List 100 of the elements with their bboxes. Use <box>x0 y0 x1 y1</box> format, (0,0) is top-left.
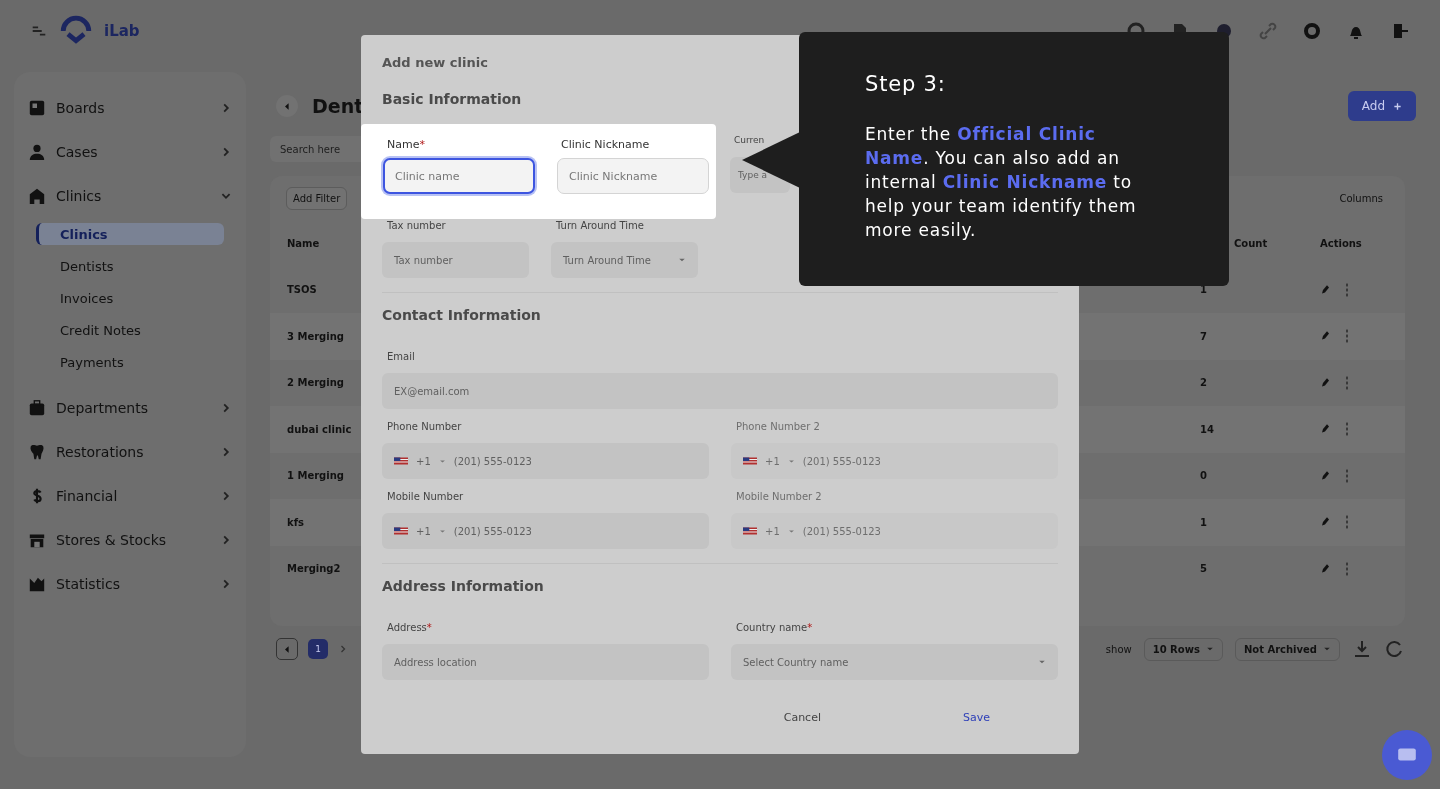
tooth-icon <box>28 443 46 461</box>
table-cell: Merging2 <box>287 563 341 575</box>
back-button[interactable] <box>276 95 298 117</box>
sidebar-subitem[interactable]: Invoices <box>36 282 224 314</box>
input-field[interactable]: Tax number <box>382 242 529 278</box>
field-label: Email <box>386 351 416 364</box>
sidebar-item[interactable]: Financial <box>14 474 246 518</box>
pencil-icon[interactable] <box>1320 469 1330 482</box>
column-header: Actions <box>1320 237 1362 249</box>
table-cell: 7 <box>1200 330 1207 342</box>
table-cell: TSOS <box>287 284 317 296</box>
phone-field[interactable]: +1 (201) 555-0123 <box>382 513 709 549</box>
column-header: Name <box>287 237 320 249</box>
link-icon[interactable] <box>1258 21 1278 41</box>
section-title: Address Information <box>382 578 545 596</box>
add-button[interactable]: Add <box>1347 91 1416 121</box>
tooltip-title: Step 3: <box>865 72 947 96</box>
table-cell: 1 Merging <box>287 470 344 482</box>
more-icon[interactable] <box>1344 561 1350 576</box>
sidebar-subitem[interactable]: Dentists <box>36 250 224 282</box>
page-title: Dent <box>312 95 364 117</box>
section-title: Contact Information <box>382 307 542 325</box>
caret-icon <box>438 458 446 464</box>
person-icon <box>28 143 46 161</box>
input-field[interactable]: Clinic name <box>383 158 535 194</box>
more-icon[interactable] <box>1344 282 1350 297</box>
field-label: Clinic Nickname <box>560 138 650 151</box>
plus-icon <box>1393 101 1402 111</box>
more-icon[interactable] <box>1344 515 1350 530</box>
input-field[interactable]: EX@email.com <box>382 373 1058 409</box>
more-icon[interactable] <box>1344 422 1350 437</box>
columns-button[interactable]: Columns <box>1333 191 1389 205</box>
archive-select[interactable]: Not Archived <box>1234 637 1340 661</box>
pencil-icon[interactable] <box>1320 283 1330 296</box>
caret-icon <box>438 528 446 534</box>
column-header: Count <box>1233 237 1268 249</box>
briefcase-icon <box>28 399 46 417</box>
save-button[interactable]: Save <box>957 710 996 725</box>
flag-icon <box>394 526 408 536</box>
sidebar-item[interactable]: Departments <box>14 386 246 430</box>
caret-icon <box>787 528 795 534</box>
field-label: Country name* <box>735 622 814 635</box>
pencil-icon[interactable] <box>1320 376 1330 389</box>
refresh-icon[interactable] <box>1384 639 1404 659</box>
field-label: Phone Number 2 <box>735 421 821 434</box>
building-icon <box>28 187 46 205</box>
more-icon[interactable] <box>1344 375 1350 390</box>
phone-field[interactable]: +1 (201) 555-0123 <box>382 443 709 479</box>
sidebar-item[interactable]: Restorations <box>14 430 246 474</box>
cancel-button[interactable]: Cancel <box>777 710 827 725</box>
caret-icon <box>787 458 795 464</box>
caret-icon <box>1205 646 1214 652</box>
field-label: Address* <box>386 622 433 635</box>
more-icon[interactable] <box>1344 468 1350 483</box>
show-label: show <box>1105 643 1132 655</box>
more-icon[interactable] <box>1344 329 1350 344</box>
sidebar-item[interactable]: Statistics <box>14 562 246 606</box>
chevron-right-icon[interactable] <box>338 644 348 654</box>
sidebar-item[interactable]: Stores & Stocks <box>14 518 246 562</box>
brand-name: iLab <box>104 22 140 40</box>
add-filter-button[interactable]: Add Filter <box>286 186 348 210</box>
select-field[interactable]: Turn Around Time <box>551 242 698 278</box>
chevron-left-icon <box>283 644 291 654</box>
field-label: Mobile Number 2 <box>735 491 823 504</box>
sidebar-item[interactable]: Boards <box>14 86 246 130</box>
board-icon <box>28 99 46 117</box>
sidebar-subitem[interactable]: Payments <box>36 346 224 378</box>
arrow-left-icon <box>283 101 291 111</box>
download-icon[interactable] <box>1352 639 1372 659</box>
table-cell: 2 Merging <box>287 377 344 389</box>
previous-page-button[interactable] <box>276 638 298 660</box>
caret-icon <box>1323 646 1331 652</box>
caret-icon <box>1038 659 1046 665</box>
flag-icon <box>394 456 408 466</box>
field-label: Mobile Number <box>386 491 465 504</box>
table-cell: 14 <box>1200 423 1214 435</box>
table-cell: 0 <box>1200 470 1207 482</box>
field-label: Curren <box>733 135 766 147</box>
settings-icon[interactable] <box>1302 21 1322 41</box>
sidebar-subitem[interactable]: Clinics <box>36 223 224 245</box>
sidebar-subitem[interactable]: Credit Notes <box>36 314 224 346</box>
table-cell: 5 <box>1200 563 1207 575</box>
page-button[interactable]: 1 <box>308 639 328 659</box>
table-cell: kfs <box>287 516 304 528</box>
select-field[interactable]: Select Country name <box>731 644 1058 680</box>
table-cell: 1 <box>1200 516 1207 528</box>
chat-button[interactable] <box>1382 730 1432 780</box>
caret-icon <box>678 257 686 263</box>
section-title: Basic Information <box>382 91 523 109</box>
field-label: Phone Number <box>386 421 463 434</box>
pencil-icon[interactable] <box>1320 562 1330 575</box>
rows-select[interactable]: 10 Rows <box>1143 637 1223 661</box>
table-cell: dubai clinic <box>287 423 352 435</box>
dialog-title: Add new clinic <box>382 55 489 72</box>
sidebar-item[interactable]: Clinics <box>14 174 246 218</box>
field-label: Tax number <box>386 220 447 233</box>
flag-icon <box>743 456 757 466</box>
sidebar-item[interactable]: Cases <box>14 130 246 174</box>
table-cell: 3 Merging <box>287 330 344 342</box>
input-field[interactable]: Address location <box>382 644 709 680</box>
